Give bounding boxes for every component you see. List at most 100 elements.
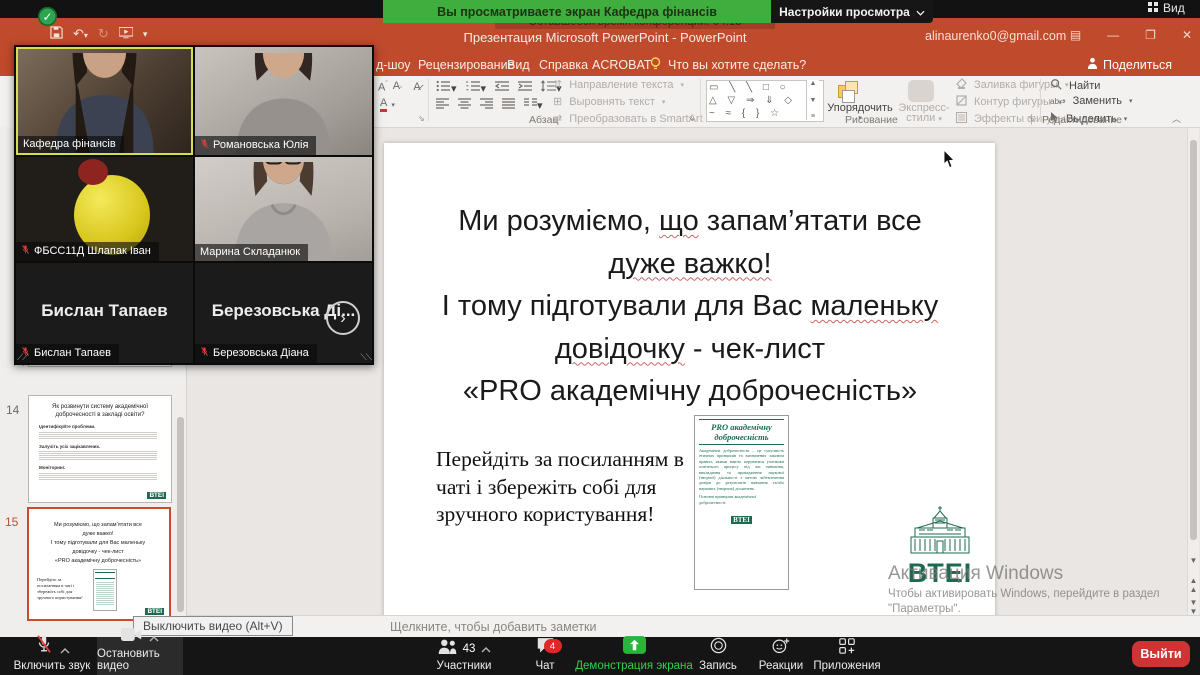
slide-15-thumbnail-selected[interactable]: Ми розуміємо, що запам’ятати все дуже ва… [27, 507, 171, 621]
tab-review[interactable]: Рецензирование [418, 58, 515, 72]
decrease-indent-icon[interactable] [495, 80, 509, 95]
tab-acrobat[interactable]: ACROBAT [592, 58, 652, 72]
share-button[interactable]: Поделиться [1087, 57, 1172, 72]
replace-button[interactable]: ab⇄ Заменить▾ [1050, 95, 1133, 107]
start-slideshow-button[interactable] [119, 27, 133, 42]
participants-count: 43 [463, 643, 476, 655]
alignment-buttons[interactable]: ▾ [436, 98, 543, 112]
video-tile[interactable]: Марина Складанюк [195, 157, 372, 261]
window-title: Презентация Microsoft PowerPoint - Power… [430, 30, 780, 45]
scroll-down-icon[interactable]: ▼ [1188, 556, 1199, 565]
video-tile-no-video[interactable]: Березовська Ді... Березовська Діана › [195, 263, 372, 363]
view-settings-dropdown[interactable]: Настройки просмотра [771, 0, 933, 23]
tab-view[interactable]: Вид [507, 58, 530, 72]
slide-scrollbar[interactable]: ▼ ▲▲ ▼▼ [1187, 128, 1199, 615]
quick-access-toolbar: ↶▾ ↻ ▾ [50, 26, 147, 42]
record-button[interactable]: Запись [690, 637, 746, 675]
numbered-list-icon[interactable]: ▾ [466, 80, 487, 95]
notes-placeholder[interactable]: Щелкните, чтобы добавить заметки [390, 620, 596, 634]
notes-pane[interactable]: Щелкните, чтобы добавить заметки [186, 615, 1200, 638]
quick-styles-button[interactable]: Экспресс-стили ▾ [898, 103, 950, 125]
mic-off-icon [200, 346, 209, 360]
close-icon[interactable]: ✕ [1182, 28, 1192, 42]
participants-button[interactable]: 43 Участники [424, 637, 504, 675]
drawing-dialog-launcher[interactable]: ⇘ [1028, 114, 1035, 123]
minimize-icon[interactable]: — [1107, 28, 1119, 42]
share-screen-button[interactable]: Демонстрация экрана [560, 637, 708, 675]
account-email[interactable]: alinaurenko0@gmail.com [925, 29, 1066, 43]
apps-button[interactable]: Приложения [812, 637, 882, 675]
slide-title-text[interactable]: Ми розуміємо, що запам’ятати все дуже ва… [404, 200, 976, 413]
windows-activation-line3: "Параметры". [888, 603, 961, 615]
paragraph-dialog-launcher[interactable]: ⇘ [688, 114, 695, 123]
apps-icon [839, 638, 855, 659]
justify-icon[interactable] [502, 98, 515, 112]
thumbnails-scrollbar[interactable] [177, 417, 184, 612]
font-size-buttons[interactable]: AˆAˇA̷ [378, 80, 421, 94]
resize-grip-left[interactable]: ⟋⟋ [17, 352, 28, 363]
participant-name-label: Бислан Тапаев [16, 344, 119, 363]
record-icon [710, 637, 727, 659]
vtei-logo-mini: ВТЕІ [147, 492, 166, 499]
columns-icon[interactable]: ▾ [524, 98, 543, 112]
shape-fill-icon [956, 78, 967, 92]
previous-slide-icon[interactable]: ▲▲ [1188, 576, 1199, 594]
save-icon[interactable] [50, 26, 63, 42]
ribbon-display-options-icon[interactable]: ▤ [1070, 28, 1081, 42]
resize-grip-right[interactable]: ⟍⟍ [360, 352, 371, 363]
os-view-menu[interactable]: Вид [1148, 1, 1185, 15]
editing-group-label: Редактирование [1042, 114, 1122, 126]
list-buttons[interactable]: ▾ ▾ ▾ [436, 80, 562, 95]
tellme-box[interactable]: Что вы хотите сделать? [668, 58, 806, 72]
next-participants-page-button[interactable]: › [326, 301, 360, 335]
video-tile[interactable]: Романовська Юлія [195, 47, 372, 155]
slide-cta-text[interactable]: Перейдіть за посиланням в чаті і збережі… [436, 446, 684, 529]
mic-options-chevron-icon[interactable] [60, 641, 70, 659]
security-shield-icon[interactable]: ✓ [38, 7, 57, 26]
bullet-list-icon[interactable]: ▾ [436, 80, 457, 95]
align-text-button[interactable]: ⊞Выровнять текст▾ [553, 95, 665, 108]
unmute-button[interactable]: Включить звук [8, 637, 96, 675]
align-right-icon[interactable] [480, 98, 493, 112]
slide-canvas[interactable]: Ми розуміємо, що запам’ятати все дуже ва… [384, 143, 995, 622]
customize-qat-button[interactable]: ▾ [143, 29, 148, 40]
mic-off-icon [21, 244, 30, 258]
arrange-icon [838, 81, 860, 101]
tab-help[interactable]: Справка [539, 58, 588, 72]
font-color-button[interactable]: A▾ [380, 98, 395, 112]
increase-indent-icon[interactable] [518, 80, 532, 95]
shape-outline-button[interactable]: Контур фигуры▾ [956, 95, 1061, 109]
undo-button[interactable]: ↶▾ [73, 26, 88, 42]
search-icon [1050, 78, 1062, 93]
font-dialog-launcher[interactable]: ⇘ [418, 114, 425, 123]
shapes-gallery-scroll[interactable]: ▲▼≡ [806, 80, 819, 120]
next-slide-icon[interactable]: ▼▼ [1188, 598, 1199, 616]
video-options-chevron-icon[interactable] [149, 629, 159, 647]
scrollbar-thumb[interactable] [1190, 140, 1197, 540]
video-tile-active-speaker[interactable]: Кафедра фінансів [16, 47, 193, 155]
text-direction-button[interactable]: ⇵Направление текста▾ [553, 78, 684, 91]
vtei-logo-mini: ВТЕІ [145, 608, 164, 615]
share-screen-icon [623, 636, 646, 659]
checklist-document-image[interactable]: PRO академічну доброчесність Академічна … [694, 415, 789, 590]
video-gallery-panel[interactable]: Кафедра фінансів Романовська Юлія [14, 45, 374, 365]
grid-icon [1148, 1, 1158, 15]
camera-icon [121, 627, 142, 647]
tab-slideshow[interactable]: д-шоу [376, 58, 411, 72]
leave-meeting-button[interactable]: Выйти [1132, 641, 1190, 667]
redo-button[interactable]: ↻ [98, 26, 109, 42]
reactions-button[interactable]: Реакции [752, 637, 810, 675]
restore-icon[interactable]: ❐ [1145, 28, 1156, 42]
vtei-logo-mini: ВТЕІ [731, 516, 752, 524]
align-center-icon[interactable] [458, 98, 471, 112]
participant-name-label: Кафедра фінансів [18, 136, 124, 153]
shape-effects-icon [956, 112, 967, 126]
align-left-icon[interactable] [436, 98, 449, 112]
slide-14-thumbnail[interactable]: Як розвинути систему академічноїдоброчес… [28, 395, 172, 503]
video-tile[interactable]: ФБСС11Д Шлапак Іван [16, 157, 193, 261]
stop-video-button[interactable]: Остановить видео [97, 637, 183, 675]
find-button[interactable]: Найти [1050, 78, 1100, 93]
collapse-ribbon-icon[interactable]: ︿ [1172, 112, 1181, 125]
participants-chevron-icon[interactable] [481, 640, 491, 658]
video-tile-no-video[interactable]: Бислан Тапаев Бислан Тапаев [16, 263, 193, 363]
